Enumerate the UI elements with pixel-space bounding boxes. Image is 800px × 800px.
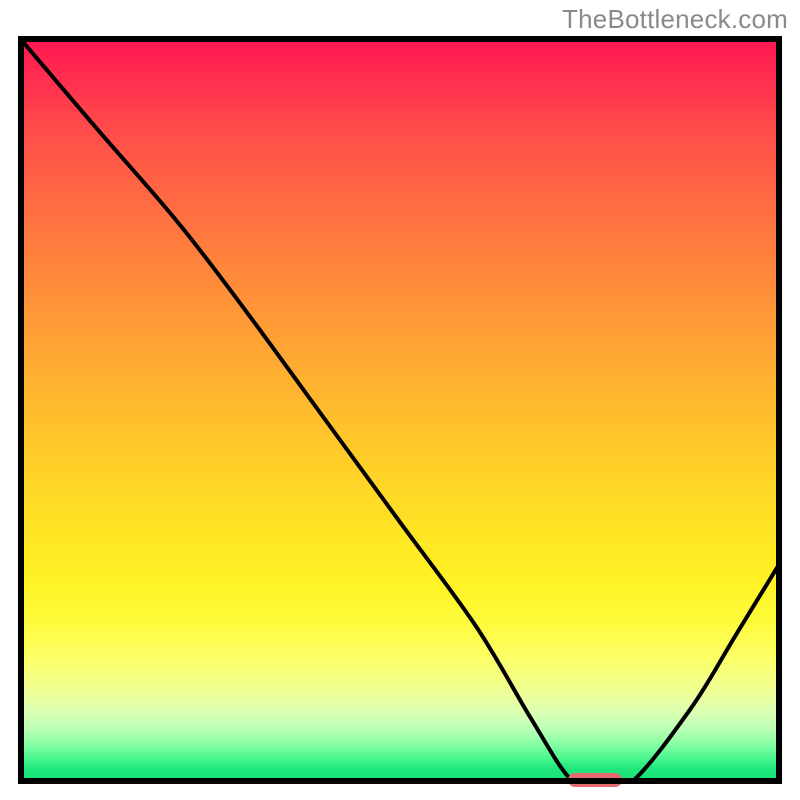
watermark-text: TheBottleneck.com bbox=[562, 4, 788, 35]
chart-container: TheBottleneck.com bbox=[0, 0, 800, 800]
optimal-range-marker bbox=[568, 773, 621, 787]
curve-path bbox=[18, 36, 782, 784]
chart-frame bbox=[18, 36, 782, 784]
bottleneck-curve bbox=[18, 36, 782, 784]
